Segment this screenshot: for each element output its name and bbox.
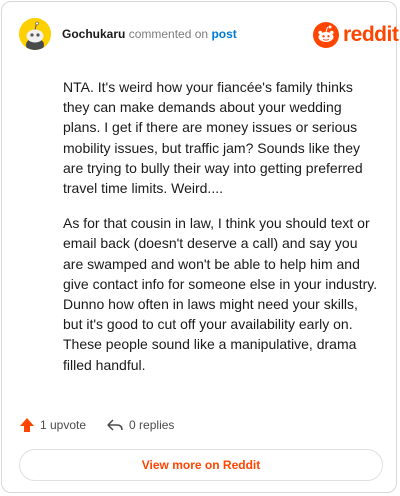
snoo-avatar-icon [19,18,51,50]
reddit-logo[interactable]: reddit [313,22,399,48]
user-avatar[interactable] [19,18,51,50]
upvote-arrow-icon [20,418,34,432]
comment-paragraph: As for that cousin in law, I think you s… [63,215,378,373]
reddit-logo-icon [313,22,339,48]
upvote-button[interactable]: 1 upvote [19,417,86,433]
replies-count: 0 replies [129,418,175,432]
post-link[interactable]: post [211,27,236,41]
comment-body: NTA. It's weird how your fiancée's famil… [63,77,381,390]
comment-actions: 1 upvote 0 replies [19,416,194,434]
brand-wordmark: reddit [343,23,399,46]
upvote-count: 1 upvote [40,418,87,432]
reply-icon [107,419,123,431]
comment-card: Gochukaru commented on post reddit NTA. … [1,1,399,493]
comment-paragraph: NTA. It's weird how your fiancée's famil… [63,79,363,197]
comment-meta: Gochukaru commented on post [62,27,237,41]
username-link[interactable]: Gochukaru [62,27,125,41]
view-more-button[interactable]: View more on Reddit [19,449,383,481]
comment-header: Gochukaru commented on post reddit [2,2,399,68]
replies-button[interactable]: 0 replies [106,417,174,433]
action-text: commented on [128,27,209,41]
